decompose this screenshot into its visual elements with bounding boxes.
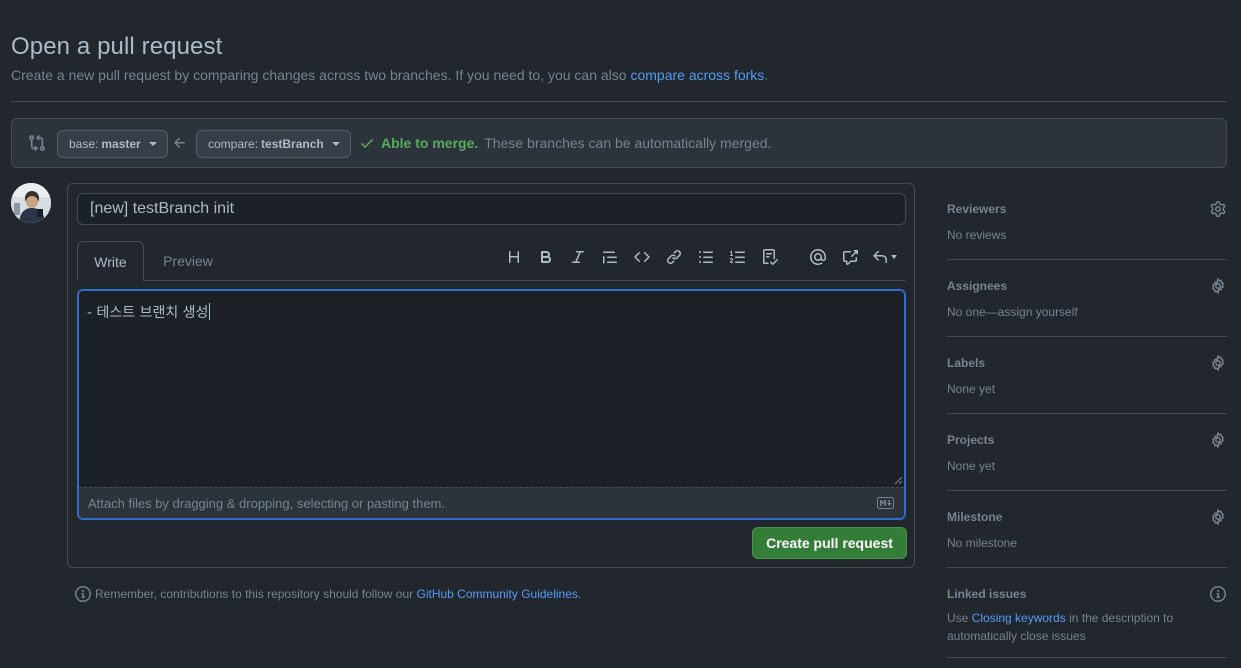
gear-icon[interactable] [1210, 278, 1226, 294]
base-prefix: base: [69, 137, 99, 151]
sidebar-projects-title[interactable]: Projects [947, 433, 994, 447]
sidebar-linked-issues: Linked issues Use Closing keywords in th… [947, 568, 1227, 658]
sidebar-milestone-title[interactable]: Milestone [947, 510, 1002, 524]
info-icon [75, 586, 91, 602]
markdown-icon[interactable] [877, 497, 894, 509]
community-guidelines-link[interactable]: GitHub Community Guidelines [417, 587, 578, 601]
linked-pre: Use [947, 611, 972, 625]
resize-grip-icon[interactable] [894, 476, 903, 485]
bold-icon[interactable] [530, 246, 562, 268]
link-icon[interactable] [658, 246, 690, 268]
markdown-toolbar [498, 246, 902, 268]
gear-icon[interactable] [1210, 201, 1226, 217]
chevron-down-icon [890, 255, 897, 259]
sidebar-assignees-value[interactable]: No one—assign yourself [947, 305, 1078, 319]
check-icon [361, 139, 373, 148]
sidebar: Reviewers No reviews Assignees No one—as… [947, 183, 1227, 658]
ordered-list-icon[interactable] [722, 246, 754, 268]
mention-icon[interactable] [802, 246, 834, 268]
attach-hint: Attach files by dragging & dropping, sel… [88, 496, 445, 511]
sidebar-projects: Projects None yet [947, 414, 1227, 491]
tab-preview[interactable]: Preview [152, 241, 224, 281]
sidebar-reviewers: Reviewers No reviews [947, 183, 1227, 260]
tabs-divider [77, 280, 906, 281]
arrow-left-icon [174, 137, 185, 148]
sidebar-labels-value: None yet [947, 382, 996, 396]
sidebar-assignees: Assignees No one—assign yourself [947, 260, 1227, 337]
gear-icon[interactable] [1210, 355, 1226, 371]
pr-title-input[interactable]: [new] testBranch init [77, 193, 906, 225]
sidebar-assignees-title[interactable]: Assignees [947, 279, 1007, 293]
page-subtitle: Create a new pull request by comparing c… [11, 67, 768, 83]
merge-detail-text: These branches can be automatically merg… [484, 135, 772, 151]
header-divider [11, 101, 1227, 102]
gear-icon[interactable] [1210, 509, 1226, 525]
closing-keywords-link[interactable]: Closing keywords [972, 611, 1066, 625]
sidebar-linked-value: Use Closing keywords in the description … [947, 609, 1187, 645]
user-avatar-icon [11, 183, 51, 223]
git-compare-icon [29, 134, 45, 152]
branch-range-bar: base: master compare: testBranch Able to… [11, 118, 1227, 168]
task-list-icon[interactable] [754, 246, 786, 268]
tab-write[interactable]: Write [77, 241, 144, 281]
cross-reference-icon[interactable] [834, 246, 866, 268]
code-icon[interactable] [626, 246, 658, 268]
sidebar-linked-title: Linked issues [947, 587, 1027, 601]
attach-files-area[interactable]: Attach files by dragging & dropping, sel… [79, 487, 904, 518]
compare-branch-select[interactable]: compare: testBranch [196, 130, 351, 158]
gear-icon[interactable] [1210, 432, 1226, 448]
page-title: Open a pull request [11, 33, 223, 60]
saved-replies-icon[interactable] [866, 246, 902, 268]
sidebar-projects-value: None yet [947, 459, 996, 473]
unordered-list-icon[interactable] [690, 246, 722, 268]
remember-end: . [577, 587, 582, 601]
pr-body-text: - 테스트 브랜치 생성 [87, 302, 211, 322]
pr-body-value: - 테스트 브랜치 생성 [87, 305, 209, 321]
compare-across-forks-link[interactable]: compare across forks [630, 67, 764, 83]
sidebar-milestone-value: No milestone [947, 536, 1018, 550]
avatar[interactable] [11, 183, 51, 223]
sidebar-labels-title[interactable]: Labels [947, 356, 985, 370]
merge-ok-text: Able to merge. [381, 135, 479, 151]
pr-body-textarea[interactable]: - 테스트 브랜치 생성 Attach files by dragging & … [77, 289, 906, 520]
chevron-down-icon [148, 142, 157, 146]
sidebar-reviewers-value: No reviews [947, 228, 1007, 242]
subtitle-text: Create a new pull request by comparing c… [11, 67, 631, 83]
base-branch-select[interactable]: base: master [57, 130, 168, 158]
contribution-reminder: Remember, contributions to this reposito… [75, 586, 581, 602]
sidebar-reviewers-title[interactable]: Reviewers [947, 202, 1006, 216]
heading-icon[interactable] [498, 246, 530, 268]
quote-icon[interactable] [594, 246, 626, 268]
italic-icon[interactable] [562, 246, 594, 268]
base-branch-name: master [101, 137, 141, 151]
text-cursor [209, 303, 211, 320]
chevron-down-icon [331, 142, 340, 146]
remember-text: Remember, contributions to this reposito… [95, 587, 417, 601]
sidebar-milestone: Milestone No milestone [947, 491, 1227, 568]
info-icon[interactable] [1210, 586, 1226, 602]
pull-request-form: [new] testBranch init Write Preview - 테스… [67, 183, 915, 568]
compare-prefix: compare: [208, 137, 259, 151]
merge-status: Able to merge. These branches can be aut… [359, 135, 771, 151]
subtitle-end: . [764, 67, 769, 83]
compare-branch-name: testBranch [261, 137, 324, 151]
create-pull-request-button[interactable]: Create pull request [752, 527, 907, 559]
sidebar-labels: Labels None yet [947, 337, 1227, 414]
